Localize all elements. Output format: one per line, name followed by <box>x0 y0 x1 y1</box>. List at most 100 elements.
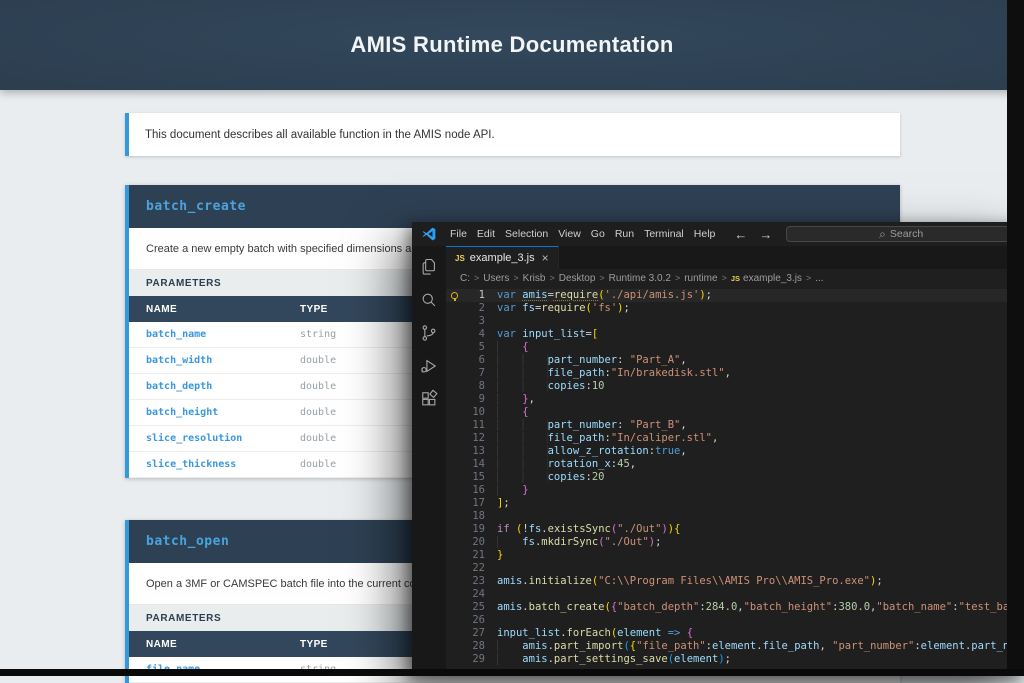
breadcrumb-item[interactable]: Krisb <box>523 273 546 284</box>
code-line-text: if (!fs.existsSync("./Out")){ <box>485 523 680 536</box>
code-token: ; <box>725 653 731 665</box>
code-token: var <box>497 289 516 301</box>
source-control-icon[interactable] <box>412 316 446 349</box>
menu-edit[interactable]: Edit <box>472 228 500 240</box>
chevron-right-icon: > <box>599 273 604 283</box>
code-token: , <box>712 432 718 444</box>
code-editor[interactable]: 1var amis=require('./api/amis.js');2var … <box>446 287 1024 676</box>
gutter-cell <box>446 497 463 510</box>
gutter-cell <box>446 601 463 614</box>
code-token <box>497 380 548 392</box>
code-token <box>497 367 548 379</box>
menu-bar: FileEditSelectionViewGoRunTerminalHelp <box>445 222 720 246</box>
param-name-link[interactable]: batch_name <box>129 329 300 340</box>
menu-terminal[interactable]: Terminal <box>639 228 689 240</box>
param-type: double <box>300 355 336 366</box>
line-number: 8 <box>463 380 485 393</box>
code-token: "C:\\Program Files\\AMIS Pro\\AMIS_Pro.e… <box>598 575 870 587</box>
tab-label: example_3.js <box>470 252 535 264</box>
code-token: , <box>680 445 686 457</box>
code-token: "file_path" <box>636 640 706 652</box>
chevron-right-icon: > <box>675 273 680 283</box>
code-token: , <box>725 367 731 379</box>
close-tab-icon[interactable]: × <box>542 251 549 265</box>
breadcrumb-item[interactable]: JSexample_3.js <box>731 273 802 284</box>
menu-run[interactable]: Run <box>610 228 639 240</box>
code-token: input_list <box>522 328 585 340</box>
param-type: double <box>300 459 336 470</box>
menu-selection[interactable]: Selection <box>500 228 553 240</box>
line-number: 3 <box>463 315 485 328</box>
code-line-text: var fs=require('fs'); <box>485 302 630 315</box>
breadcrumb-item[interactable]: Desktop <box>559 273 596 284</box>
code-token: 20 <box>592 471 605 483</box>
code-line: 29 amis.part_settings_save(element); <box>446 653 1024 666</box>
code-token: './api/amis.js' <box>605 289 700 301</box>
param-name-link[interactable]: batch_depth <box>129 381 300 392</box>
gutter-cell <box>446 367 463 380</box>
search-sidebar-icon[interactable] <box>412 283 446 316</box>
js-file-icon: JS <box>731 274 740 283</box>
line-number: 18 <box>463 510 485 523</box>
files-icon[interactable] <box>412 250 446 283</box>
screen-right-edge <box>1007 0 1024 676</box>
param-name-link[interactable]: slice_resolution <box>129 433 300 444</box>
param-name-link[interactable]: batch_width <box>129 355 300 366</box>
breadcrumb-item[interactable]: runtime <box>684 273 717 284</box>
gutter-cell <box>446 458 463 471</box>
lightbulb-icon[interactable] <box>451 292 458 299</box>
code-token: } <box>522 484 528 496</box>
js-file-icon: JS <box>455 254 465 263</box>
code-line: 10 { <box>446 406 1024 419</box>
gutter-cell <box>446 640 463 653</box>
chevron-right-icon: > <box>513 273 518 283</box>
gutter-cell <box>446 471 463 484</box>
intro-card: This document describes all available fu… <box>125 113 900 156</box>
code-line-text: file_path:"In/brakedisk.stl", <box>485 367 731 380</box>
param-type: double <box>300 433 336 444</box>
code-lines: 1var amis=require('./api/amis.js');2var … <box>446 289 1024 666</box>
code-line-text <box>485 614 497 627</box>
run-debug-icon[interactable] <box>412 349 446 382</box>
code-line: 14 rotation_x:45, <box>446 458 1024 471</box>
breadcrumb-item[interactable]: ... <box>815 273 823 284</box>
menu-help[interactable]: Help <box>689 228 721 240</box>
nav-forward-icon[interactable]: → <box>753 227 778 242</box>
line-number: 20 <box>463 536 485 549</box>
param-name-link[interactable]: batch_height <box>129 407 300 418</box>
tab-example-3-js[interactable]: JS example_3.js × <box>446 246 559 269</box>
code-token: part_settings_save <box>554 653 668 665</box>
line-number: 10 <box>463 406 485 419</box>
line-number: 5 <box>463 341 485 354</box>
code-token: batch_create <box>529 601 605 613</box>
code-token <box>497 484 522 496</box>
code-token: 45 <box>617 458 630 470</box>
nav-back-icon[interactable]: ← <box>728 227 753 242</box>
code-token: amis <box>522 640 547 652</box>
code-line-text: input_list.forEach(element => { <box>485 627 693 640</box>
breadcrumb-item[interactable]: Users <box>483 273 509 284</box>
gutter-cell <box>446 315 463 328</box>
code-token: initialize <box>529 575 592 587</box>
line-number: 26 <box>463 614 485 627</box>
search-input[interactable]: ⌕ Search <box>786 226 1016 242</box>
code-line-text: amis.initialize("C:\\Program Files\\AMIS… <box>485 575 883 588</box>
line-number: 17 <box>463 497 485 510</box>
code-token <box>497 471 548 483</box>
menu-go[interactable]: Go <box>586 228 610 240</box>
param-name-link[interactable]: slice_thickness <box>129 459 300 470</box>
code-line: 20 fs.mkdirSync("./Out"); <box>446 536 1024 549</box>
breadcrumb-item[interactable]: C: <box>460 273 470 284</box>
code-line-text: { <box>485 341 529 354</box>
gutter-cell <box>446 627 463 640</box>
breadcrumb-item-label: Users <box>483 273 509 284</box>
extensions-icon[interactable] <box>412 382 446 415</box>
breadcrumb-item[interactable]: Runtime 3.0.2 <box>609 273 671 284</box>
param-type: double <box>300 381 336 392</box>
menu-file[interactable]: File <box>445 228 472 240</box>
line-number: 28 <box>463 640 485 653</box>
gutter-cell <box>446 653 463 666</box>
chevron-right-icon: > <box>722 273 727 283</box>
menu-view[interactable]: View <box>553 228 586 240</box>
code-line: 27input_list.forEach(element => { <box>446 627 1024 640</box>
